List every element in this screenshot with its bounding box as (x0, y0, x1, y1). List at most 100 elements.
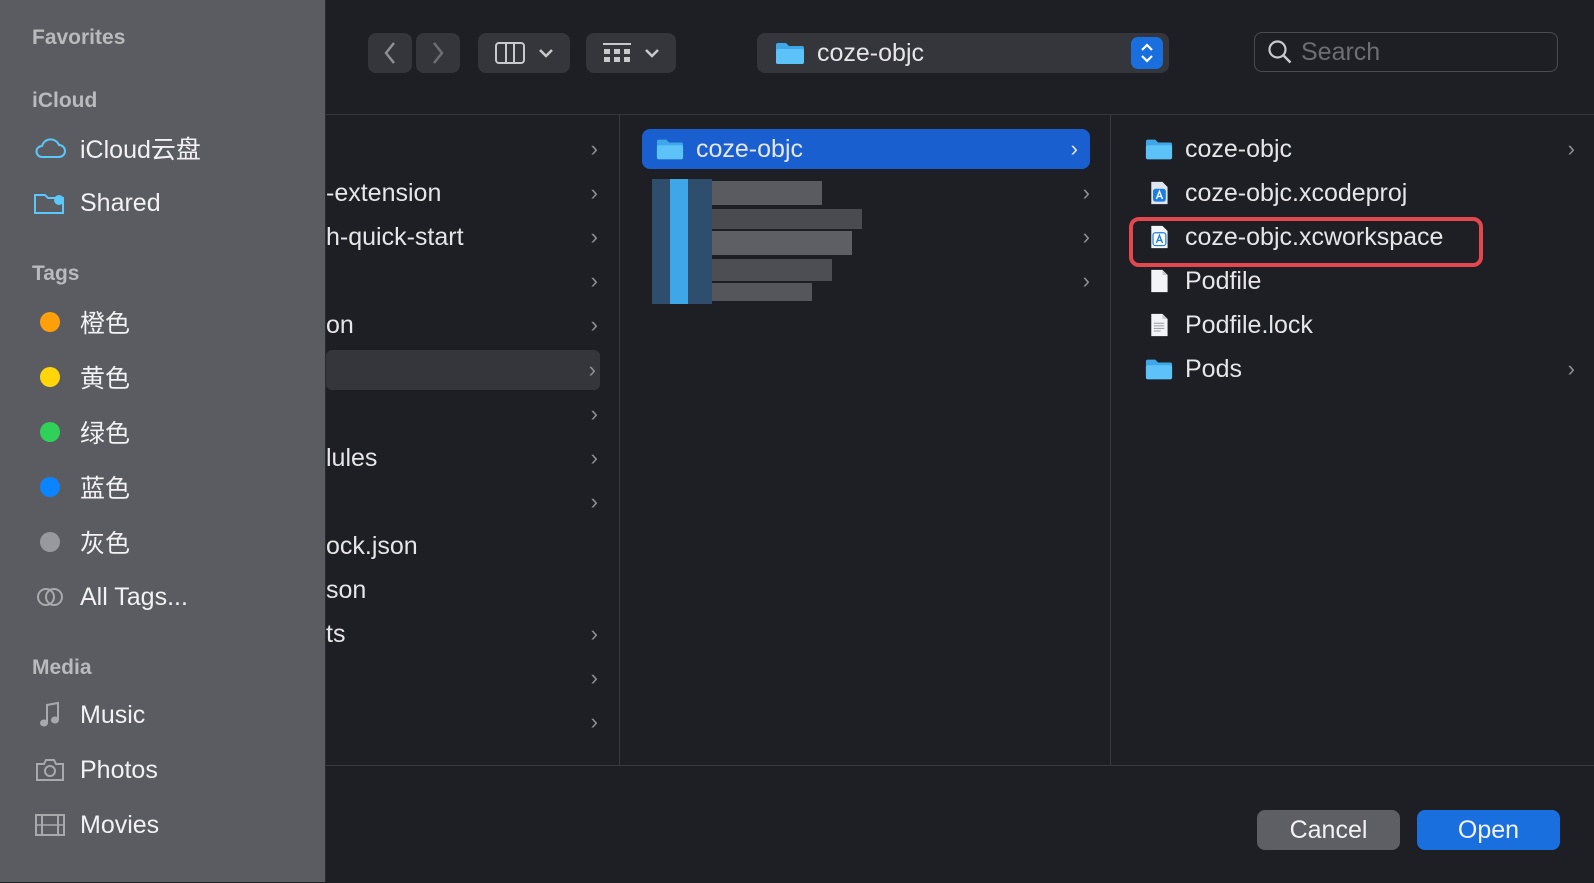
view-mode-button[interactable] (478, 33, 570, 73)
browser-column-1: › -extension › h-quick-start › › on › › › l… (326, 115, 618, 765)
chevron-down-icon (539, 49, 553, 58)
tag-dot-icon (40, 312, 60, 332)
section-favorites: Favorites (32, 26, 126, 49)
path-popup[interactable]: coze-objc (757, 33, 1169, 73)
list-item[interactable]: › (326, 261, 618, 301)
open-button[interactable]: Open (1417, 810, 1560, 850)
chevron-right-icon: › (1082, 224, 1090, 249)
sidebar-item-icloud-drive[interactable]: iCloud云盘 (32, 128, 302, 168)
camera-icon (32, 755, 68, 785)
search-field[interactable] (1254, 32, 1558, 72)
shared-folder-icon (32, 188, 68, 218)
text-document-icon (1151, 313, 1168, 337)
list-item[interactable]: on › (326, 305, 618, 345)
sidebar-item-label: Music (80, 700, 146, 729)
cancel-button[interactable]: Cancel (1257, 810, 1400, 850)
sidebar-item-label: 蓝色 (80, 475, 131, 503)
section-tags: Tags (32, 262, 80, 285)
list-item[interactable]: ts › (326, 614, 618, 654)
columns-view-icon (495, 42, 525, 64)
list-item[interactable]: son (326, 570, 618, 610)
list-item[interactable]: › (326, 702, 618, 742)
sidebar-all-tags[interactable]: All Tags... (32, 577, 302, 617)
chevron-right-icon: › (590, 268, 598, 293)
sidebar-item-label: 灰色 (80, 530, 131, 558)
cloud-icon (32, 133, 68, 163)
up-down-arrows-icon (1131, 37, 1163, 69)
chevron-right-icon: › (590, 136, 598, 161)
music-note-icon (32, 700, 68, 730)
sidebar-tag-green[interactable]: 绿色 (32, 412, 302, 452)
list-item[interactable]: coze-objc › (1145, 129, 1594, 169)
back-button[interactable] (368, 33, 412, 73)
group-button[interactable] (586, 33, 676, 73)
sidebar-item-music[interactable]: Music (32, 695, 302, 735)
document-icon (1151, 269, 1168, 293)
chevron-right-icon (433, 42, 444, 64)
tag-dot-icon (40, 422, 60, 442)
chevron-right-icon: › (590, 665, 598, 690)
chevron-right-icon: › (1082, 180, 1090, 205)
chevron-right-icon: › (590, 489, 598, 514)
list-item-selected[interactable]: coze-objc › (642, 129, 1090, 169)
list-item[interactable]: Pods › (1145, 349, 1594, 389)
list-item[interactable]: Podfile.lock (1145, 305, 1594, 345)
sidebar-tag-orange[interactable]: 橙色 (32, 302, 302, 342)
search-icon (1268, 40, 1292, 64)
chevron-right-icon: › (590, 709, 598, 734)
list-item[interactable]: -extension › (326, 173, 618, 213)
sidebar-item-label: All Tags... (80, 582, 188, 611)
chevron-left-icon (384, 42, 395, 64)
folder-icon (1145, 359, 1173, 380)
sidebar-item-label: 橙色 (80, 310, 131, 338)
list-item[interactable]: h-quick-start › (326, 217, 618, 257)
chevron-right-icon: › (1070, 136, 1078, 161)
folder-icon (776, 43, 804, 64)
list-item[interactable]: › (326, 394, 618, 434)
folder-icon (1145, 139, 1173, 160)
list-item[interactable]: ock.json (326, 526, 618, 566)
forward-button[interactable] (416, 33, 460, 73)
list-item[interactable]: Podfile (1145, 261, 1594, 301)
list-item[interactable]: › (326, 482, 618, 522)
sidebar-tag-gray[interactable]: 灰色 (32, 522, 302, 562)
chevron-right-icon: › (588, 357, 596, 382)
browser-column-3: coze-objc › coze-objc.xcodeproj coze-obj… (1110, 115, 1594, 765)
list-item-selected[interactable]: › (326, 350, 600, 390)
chevron-right-icon: › (590, 401, 598, 426)
redacted-area (652, 179, 862, 304)
sidebar-item-label: Shared (80, 188, 161, 217)
sidebar-tag-blue[interactable]: 蓝色 (32, 467, 302, 507)
sidebar-tag-yellow[interactable]: 黄色 (32, 357, 302, 397)
section-icloud: iCloud (32, 89, 98, 112)
chevron-down-icon (645, 49, 659, 58)
folder-icon (656, 139, 684, 160)
path-label: coze-objc (817, 38, 924, 67)
chevron-right-icon: › (590, 180, 598, 205)
grid-group-icon (603, 43, 631, 62)
chevron-right-icon: › (1082, 268, 1090, 293)
chevron-right-icon: › (590, 621, 598, 646)
search-input[interactable] (1299, 36, 1533, 68)
list-item[interactable]: › (326, 129, 618, 169)
footer-bar (326, 765, 1594, 883)
annotation-highlight-box (1129, 217, 1483, 267)
list-item[interactable]: › (326, 658, 618, 698)
sidebar-item-label: iCloud云盘 (80, 136, 201, 164)
chevron-right-icon: › (590, 445, 598, 470)
chevron-right-icon: › (1567, 136, 1575, 161)
sidebar-item-shared[interactable]: Shared (32, 183, 302, 223)
sidebar-item-label: 绿色 (80, 420, 131, 448)
browser-column-2: coze-objc › › › › (619, 115, 1110, 765)
list-item[interactable]: coze-objc.xcodeproj (1145, 173, 1594, 213)
tag-dot-icon (40, 477, 60, 497)
sidebar-item-movies[interactable]: Movies (32, 805, 302, 845)
section-media: Media (32, 656, 92, 679)
sidebar-item-photos[interactable]: Photos (32, 750, 302, 790)
chevron-right-icon: › (590, 224, 598, 249)
tag-dot-icon (40, 532, 60, 552)
list-item[interactable]: lules › (326, 438, 618, 478)
film-icon (32, 810, 68, 840)
chevron-right-icon: › (590, 312, 598, 337)
sidebar-item-label: Photos (80, 755, 158, 784)
